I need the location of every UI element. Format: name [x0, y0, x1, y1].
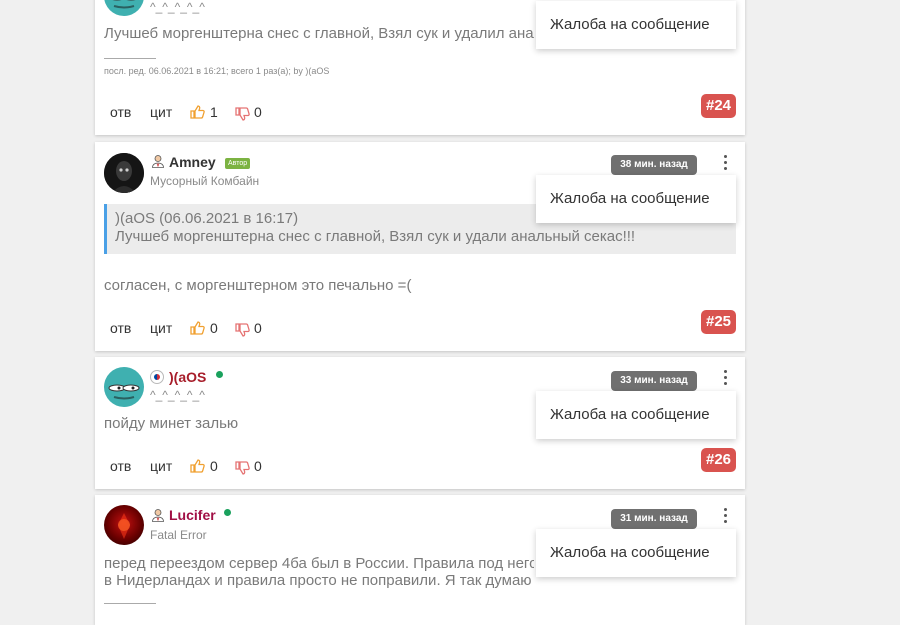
reply-button[interactable]: отв — [110, 104, 131, 120]
edit-note: посл. ред. 06.06.2021 в 16:21; всего 1 р… — [104, 66, 330, 76]
dislike-count: 0 — [254, 458, 262, 474]
like-count: 0 — [210, 320, 218, 336]
online-status-icon — [224, 509, 231, 516]
thumbs-down-icon[interactable] — [234, 460, 250, 476]
post-body: Лучшеб моргенштерна снес с главной, Взял… — [104, 25, 534, 42]
post-time-badge: 38 мин. назад — [611, 155, 697, 175]
quote-button[interactable]: цит — [150, 458, 172, 474]
frog-avatar-icon — [108, 384, 140, 400]
signature-divider — [104, 603, 156, 604]
user-title: Мусорный Комбайн — [150, 174, 260, 188]
author-badge: Автор — [225, 158, 251, 169]
quote-text: Лучшеб моргенштерна снес с главной, Взял… — [115, 228, 636, 245]
more-options-icon[interactable] — [721, 370, 729, 388]
avatar[interactable] — [104, 367, 144, 407]
report-menu-item[interactable]: Жалоба на сообщение — [536, 391, 736, 439]
signature-divider — [104, 58, 156, 59]
report-menu-item[interactable]: Жалоба на сообщение — [536, 175, 736, 223]
post-body-line-1: перед переездом сервер 4ба был в России.… — [104, 555, 534, 572]
like-count: 0 — [210, 458, 218, 474]
post-number[interactable]: #26 — [701, 448, 736, 472]
demon-avatar-icon — [118, 513, 130, 539]
frog-avatar-icon — [112, 0, 136, 9]
post-time-badge: 33 мин. назад — [611, 371, 697, 391]
thumbs-up-icon[interactable] — [189, 458, 205, 474]
user-title: Fatal Error — [150, 528, 207, 542]
post-number[interactable]: #24 — [701, 94, 736, 118]
username[interactable]: Amney — [169, 154, 216, 170]
report-menu-item[interactable]: Жалоба на сообщение — [536, 529, 736, 577]
thumbs-up-icon[interactable] — [189, 320, 205, 336]
avatar[interactable] — [104, 505, 144, 545]
username[interactable]: )(aOS — [169, 369, 206, 385]
post-body: согласен, с моргенштерном это печально =… — [104, 277, 412, 294]
dislike-count: 0 — [254, 320, 262, 336]
more-options-icon[interactable] — [721, 155, 729, 173]
avatar[interactable] — [104, 153, 144, 193]
quote-button[interactable]: цит — [150, 104, 172, 120]
reply-button[interactable]: отв — [110, 320, 131, 336]
dislike-count: 0 — [254, 104, 262, 120]
avatar[interactable] — [104, 0, 144, 16]
post-number[interactable]: #25 — [701, 310, 736, 334]
dark-figure-avatar-icon — [104, 153, 144, 193]
username[interactable]: Lucifer — [169, 507, 216, 523]
post-time-badge: 31 мин. назад — [611, 509, 697, 529]
thumbs-down-icon[interactable] — [234, 106, 250, 122]
user-status: ^_^_^_^_^ — [150, 0, 205, 14]
reply-button[interactable]: отв — [110, 458, 131, 474]
user-status: ^_^_^_^_^ — [150, 388, 205, 402]
report-menu-item[interactable]: Жалоба на сообщение — [536, 1, 736, 49]
online-status-icon — [216, 371, 223, 378]
post-body: пойду минет залью — [104, 415, 239, 432]
post-body-line-2: в Нидерландах и правила просто не поправ… — [104, 572, 532, 589]
quote-button[interactable]: цит — [150, 320, 172, 336]
user-icon — [152, 155, 164, 168]
like-count: 1 — [210, 104, 218, 120]
more-options-icon[interactable] — [721, 508, 729, 526]
post-25: Amney Автор Мусорный Комбайн 38 мин. наз… — [95, 142, 745, 351]
thumbs-down-icon[interactable] — [234, 322, 250, 338]
korea-flag-icon — [150, 370, 164, 384]
user-icon — [152, 509, 164, 522]
thumbs-up-icon[interactable] — [189, 104, 205, 120]
